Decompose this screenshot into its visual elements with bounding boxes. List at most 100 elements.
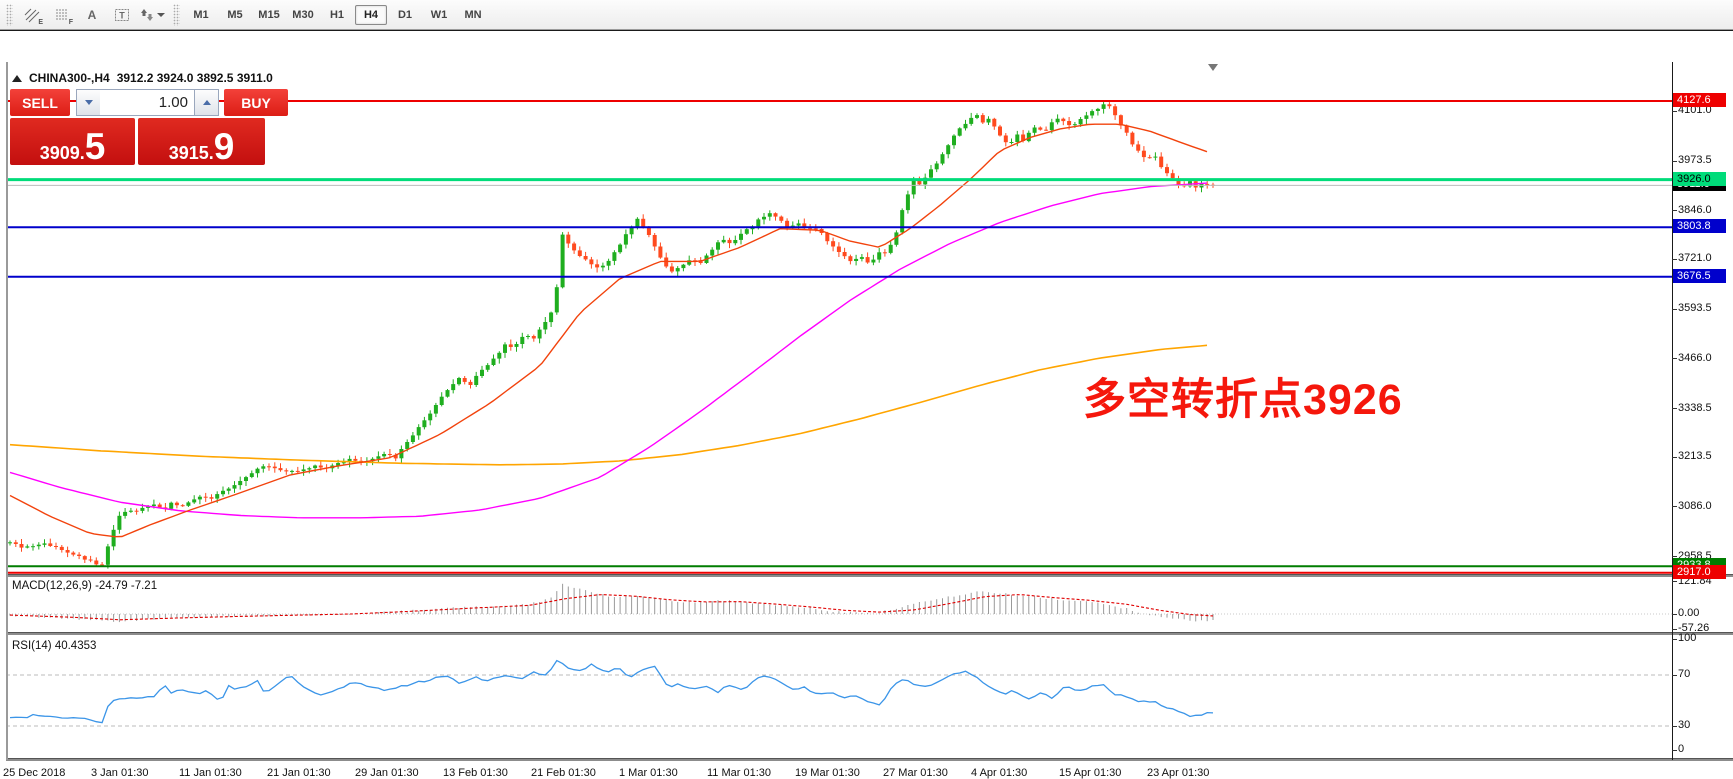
- rsi-pane[interactable]: [6, 634, 1672, 758]
- rsi-tick-label: 70: [1678, 668, 1690, 680]
- price-tick-mark: [1672, 309, 1677, 310]
- text-label-icon[interactable]: A: [78, 2, 106, 28]
- time-axis-label: 3 Jan 01:30: [91, 767, 149, 779]
- chevron-up-icon: [203, 100, 211, 105]
- buy-price: 3915.: [169, 144, 214, 162]
- rsi-tick-mark: [1672, 639, 1677, 640]
- chart-window: CHINA300-,H43912.2 3924.0 3892.5 3911.0 …: [0, 30, 1733, 758]
- time-axis-label: 21 Jan 01:30: [267, 767, 331, 779]
- time-axis-label: 11 Mar 01:30: [707, 767, 771, 779]
- price-tick-label: 3466.0: [1678, 352, 1712, 364]
- volume-increase-button[interactable]: [194, 89, 219, 116]
- toolbar-grip[interactable]: [6, 4, 13, 26]
- rsi-tick-label: 100: [1678, 632, 1696, 644]
- sell-price-panel[interactable]: 3909.5: [10, 118, 135, 165]
- symbol-ohlc: 3912.2 3924.0 3892.5 3911.0: [117, 71, 273, 85]
- sell-price: 3909.: [40, 144, 85, 162]
- symbol-header: CHINA300-,H4 3912.2 3924.0 3892.5 3911.0: [12, 71, 273, 85]
- sell-button[interactable]: SELL: [10, 89, 70, 116]
- price-line-label: 3676.5: [1673, 269, 1726, 283]
- time-axis-label: 21 Feb 01:30: [531, 767, 596, 779]
- time-axis-label: 1 Mar 01:30: [619, 767, 678, 779]
- macd-label: MACD(12,26,9) -24.79 -7.21: [12, 580, 157, 592]
- price-tick-label: 3213.5: [1678, 450, 1712, 462]
- one-click-trading-panel: SELL BUY 3909.5 3915.9: [10, 89, 292, 165]
- time-axis-label: 4 Apr 01:30: [971, 767, 1027, 779]
- fibonacci-retracement-icon[interactable]: F: [48, 2, 76, 28]
- price-tick-label: 3593.5: [1678, 302, 1712, 314]
- price-tick-mark: [1672, 457, 1677, 458]
- pane-divider: [6, 758, 1733, 761]
- macd-tick-label: 0.00: [1678, 607, 1699, 619]
- trading-terminal: { "toolbar": { "tools": [ {"name": "equi…: [0, 0, 1733, 757]
- volume-decrease-button[interactable]: [76, 89, 100, 116]
- price-tick-label: 3973.5: [1678, 154, 1712, 166]
- object-toolbar: EFA T: [17, 2, 167, 28]
- price-tick-mark: [1672, 408, 1677, 409]
- time-axis-label: 27 Mar 01:30: [883, 767, 948, 779]
- timeframe-button-h4[interactable]: H4: [355, 5, 387, 25]
- macd-tick-mark: [1672, 581, 1677, 582]
- svg-text:T: T: [119, 10, 125, 20]
- price-tick-mark: [1672, 506, 1677, 507]
- rsi-tick-mark: [1672, 675, 1677, 676]
- pane-divider[interactable]: [6, 632, 1733, 635]
- rsi-label: RSI(14) 40.4353: [12, 640, 96, 652]
- price-line-label: 3803.8: [1673, 219, 1726, 233]
- price-tick-mark: [1672, 111, 1677, 112]
- symbol-title: CHINA300-,H4: [29, 71, 110, 85]
- chart-left-border: [6, 62, 8, 760]
- collapse-arrow-icon[interactable]: [12, 75, 22, 82]
- price-tick-label: 3338.5: [1678, 402, 1712, 414]
- timeframe-button-d1[interactable]: D1: [389, 5, 421, 25]
- svg-text:A: A: [88, 8, 97, 22]
- rsi-tick-mark: [1672, 750, 1677, 751]
- timeframe-button-m1[interactable]: M1: [185, 5, 217, 25]
- timeframe-button-m30[interactable]: M30: [287, 5, 319, 25]
- rsi-tick-mark: [1672, 726, 1677, 727]
- arrow-objects-icon[interactable]: [138, 2, 166, 28]
- timeframe-button-w1[interactable]: W1: [423, 5, 455, 25]
- price-tick-label: 3846.0: [1678, 204, 1712, 216]
- macd-tick-mark: [1672, 614, 1677, 615]
- macd-tick-mark: [1672, 629, 1677, 630]
- time-axis-label: 25 Dec 2018: [3, 767, 65, 779]
- price-tick-mark: [1672, 358, 1677, 359]
- chevron-down-icon: [85, 100, 93, 105]
- time-axis-label: 19 Mar 01:30: [795, 767, 860, 779]
- price-tick-mark: [1672, 259, 1677, 260]
- time-axis-label: 29 Jan 01:30: [355, 767, 419, 779]
- timeframe-button-h1[interactable]: H1: [321, 5, 353, 25]
- price-tick-label: 3086.0: [1678, 500, 1712, 512]
- time-axis-label: 11 Jan 01:30: [179, 767, 242, 779]
- chart-shift-marker-icon: [1208, 64, 1218, 71]
- buy-button[interactable]: BUY: [224, 89, 288, 116]
- text-box-icon[interactable]: T: [108, 2, 136, 28]
- volume-input[interactable]: [100, 89, 194, 116]
- toolbar-grip[interactable]: [173, 4, 180, 26]
- price-tick-mark: [1672, 556, 1677, 557]
- chart-annotation-text: 多空转折点3926: [1083, 365, 1403, 427]
- price-line-label: 3926.0: [1673, 172, 1726, 186]
- timeframe-button-m15[interactable]: M15: [253, 5, 285, 25]
- price-line-label: 2917.0: [1673, 565, 1726, 579]
- price-line-label: 4127.6: [1673, 93, 1726, 107]
- pane-divider[interactable]: [6, 574, 1733, 577]
- equidistant-channel-icon[interactable]: E: [18, 2, 46, 28]
- toolbar: EFA T M1M5M15M30H1H4D1W1MN: [0, 0, 1733, 30]
- price-tick-mark: [1672, 161, 1677, 162]
- macd-pane[interactable]: [6, 576, 1672, 632]
- rsi-tick-label: 0: [1678, 743, 1684, 755]
- dropdown-caret-icon[interactable]: [157, 13, 165, 17]
- time-axis-label: 13 Feb 01:30: [443, 767, 508, 779]
- timeframe-button-mn[interactable]: MN: [457, 5, 489, 25]
- rsi-tick-label: 30: [1678, 719, 1690, 731]
- price-tick-label: 3721.0: [1678, 252, 1712, 264]
- timeframe-button-m5[interactable]: M5: [219, 5, 251, 25]
- price-tick-mark: [1672, 210, 1677, 211]
- time-axis-label: 15 Apr 01:30: [1059, 767, 1121, 779]
- timeframe-toolbar: M1M5M15M30H1H4D1W1MN: [184, 5, 490, 25]
- price-axis-separator: [1672, 62, 1673, 760]
- time-axis-label: 23 Apr 01:30: [1147, 767, 1209, 779]
- buy-price-panel[interactable]: 3915.9: [138, 118, 265, 165]
